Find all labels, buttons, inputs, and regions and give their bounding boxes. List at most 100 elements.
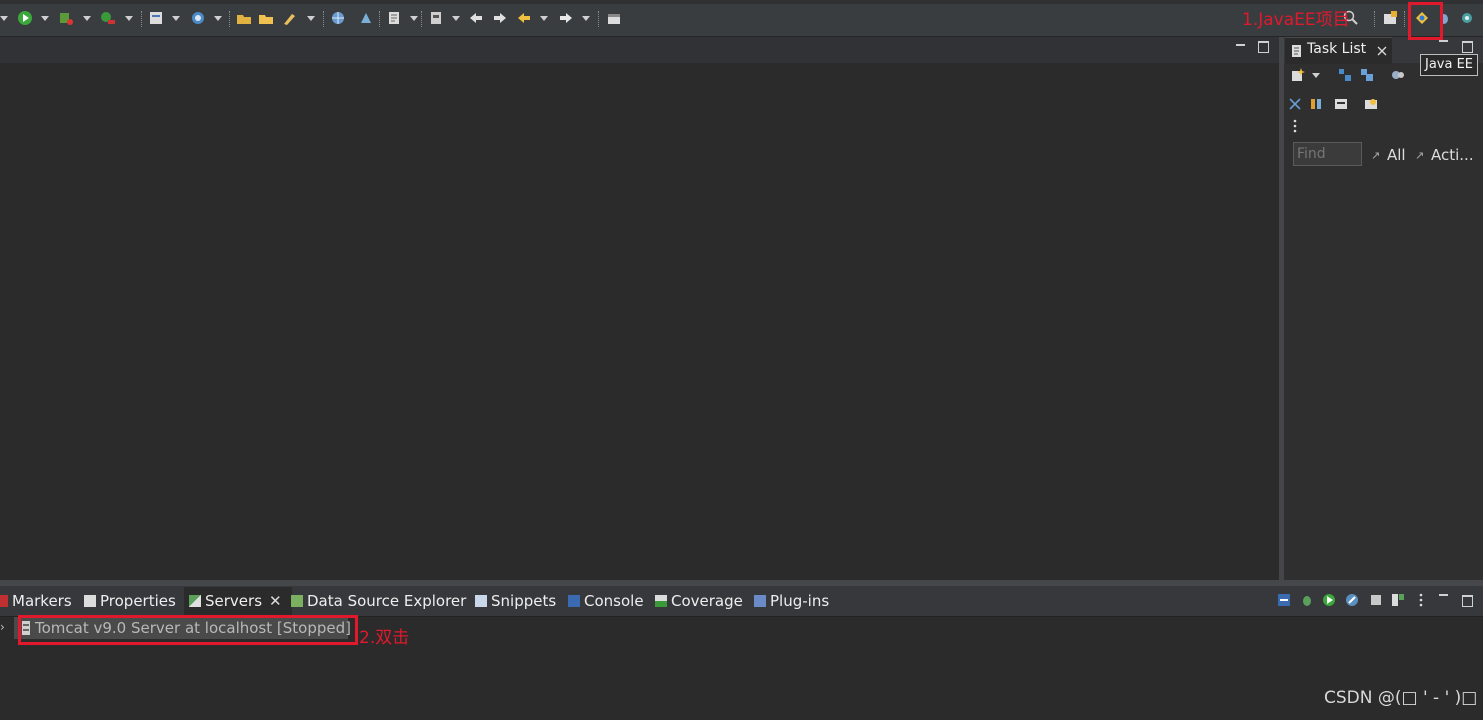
tab-label: Snippets [491,592,557,610]
collapse-all-icon[interactable] [1288,97,1302,111]
debug-icon[interactable] [58,10,74,26]
java-ee-tooltip: Java EE [1420,54,1478,76]
servers-icon [189,595,201,607]
toolbar-separator [421,11,423,27]
view-menu-icon[interactable] [1417,593,1425,607]
annotation-box-java-ee [1408,2,1443,40]
new-server-icon[interactable] [148,10,164,26]
coverage-tab-icon [655,595,667,607]
toolbar-separator [598,11,600,27]
back-icon[interactable] [516,10,532,26]
tab-label: Data Source Explorer [307,592,467,610]
toolbar-separator [141,11,143,27]
debug-server-icon[interactable] [1300,593,1314,607]
forward-dropdown-icon[interactable] [582,16,590,21]
tab-label: Properties [100,592,176,610]
run-icon[interactable] [17,10,33,26]
stop-server-icon[interactable] [1369,593,1383,607]
tab-console[interactable]: Console [568,587,644,616]
editor-area[interactable] [0,37,1279,580]
tab-plug-ins[interactable]: Plug-ins [754,587,829,616]
open-type-icon[interactable] [190,10,206,26]
new-task-dropdown-icon[interactable] [1312,73,1320,78]
editor-header [0,37,1279,63]
task-list-icon [1292,45,1301,57]
toolbar-separator [1404,11,1406,27]
task-repositories-icon[interactable] [1364,97,1378,111]
tab-label: Console [584,592,644,610]
maximize-icon[interactable] [1462,595,1473,607]
prev-annotation-icon[interactable] [468,10,484,26]
open-perspective-icon[interactable] [1382,10,1398,26]
tab-label: Servers [205,592,263,610]
tab-task-list[interactable]: Task List [1285,37,1392,64]
annotation-icon[interactable] [386,10,402,26]
annotation-box-server [18,615,358,645]
profile-server-icon[interactable] [1345,593,1359,607]
minimize-icon[interactable] [1236,41,1245,46]
open-type-dropdown-icon[interactable] [214,16,222,21]
find-input[interactable] [1293,142,1362,166]
publish-icon[interactable] [1391,593,1405,607]
task-list-tab-label: Task List [1307,41,1367,57]
forward-icon[interactable] [558,10,574,26]
task-list-panel [1284,37,1483,580]
tab-properties[interactable]: Properties [84,587,176,616]
maximize-icon[interactable] [1462,41,1473,53]
run-dropdown-icon[interactable] [41,16,49,21]
maximize-icon[interactable] [1258,41,1269,53]
collapse-icon[interactable] [1334,97,1348,111]
tab-markers[interactable]: Markers [0,587,72,616]
synchronize-icon[interactable] [1391,68,1405,82]
pin-editor-icon[interactable] [428,10,444,26]
new-server-dropdown-icon[interactable] [172,16,180,21]
close-icon[interactable]: ✕ [269,592,282,610]
tab-data-source-explorer[interactable]: Data Source Explorer [291,587,466,616]
annotation-step1: 1.JavaEE项目 [1242,10,1350,30]
web-browser-icon[interactable] [330,10,346,26]
new-window-icon[interactable] [606,10,622,26]
pin-dropdown-icon[interactable] [452,16,460,21]
coverage-dropdown-icon[interactable] [125,16,133,21]
categorize-icon[interactable] [1338,68,1352,82]
filter-arrow-icon: ↗ [1371,149,1381,162]
minimize-icon[interactable] [1439,591,1448,596]
filter-all-link[interactable]: All [1387,146,1406,164]
debug-dropdown-icon[interactable] [83,16,91,21]
chevron-down-icon[interactable] [0,16,8,21]
expand-arrow-icon[interactable]: › [0,620,5,634]
console-icon [568,595,580,607]
filter-active-link[interactable]: Acti... [1431,146,1474,164]
close-icon[interactable] [1375,44,1389,58]
toolbar-top-strip [0,0,1483,4]
annotation-step2: 2.双击 [359,628,410,648]
tab-snippets[interactable]: Snippets [475,587,556,616]
annotation-dropdown-icon[interactable] [410,16,418,21]
java-perspective-icon[interactable] [1459,10,1475,26]
new-task-icon[interactable] [1291,68,1305,82]
focus-icon[interactable] [1309,97,1323,111]
search-tool-icon[interactable] [282,10,298,26]
external-tools-icon[interactable] [358,10,374,26]
plug-ins-icon [754,595,766,607]
collapse-all-icon[interactable] [1277,593,1291,607]
tab-label: Markers [12,592,72,610]
back-dropdown-icon[interactable] [540,16,548,21]
search-dropdown-icon[interactable] [307,16,315,21]
tab-coverage[interactable]: Coverage [655,587,743,616]
tab-label: Coverage [671,592,743,610]
snippets-icon [475,595,487,607]
coverage-icon[interactable] [100,10,116,26]
toolbar-separator [379,11,381,27]
toolbar-separator [323,11,325,27]
scheduled-icon[interactable] [1360,68,1374,82]
open-task-icon[interactable] [236,10,252,26]
open-folder-icon[interactable] [258,10,274,26]
data-source-icon [291,595,303,607]
tab-label: Plug-ins [770,592,830,610]
next-annotation-icon[interactable] [492,10,508,26]
markers-icon [0,595,8,607]
start-server-icon[interactable] [1322,593,1336,607]
tab-servers[interactable]: Servers ✕ [184,587,292,616]
view-menu-icon[interactable] [1291,119,1299,133]
